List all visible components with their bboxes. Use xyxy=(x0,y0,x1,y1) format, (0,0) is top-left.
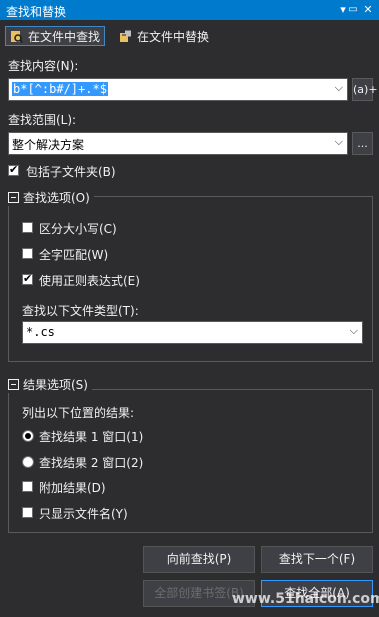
chevron-down-icon[interactable]: ⌵ xyxy=(335,81,343,95)
file-types-value: *.cs xyxy=(26,325,55,339)
replace-in-files-icon xyxy=(119,30,132,43)
chevron-down-icon[interactable]: ⌵ xyxy=(335,135,343,149)
find-results-2-radio[interactable] xyxy=(22,456,34,468)
collapse-icon[interactable] xyxy=(8,379,19,390)
files-only-label: 只显示文件名(Y) xyxy=(39,507,128,521)
files-only-checkbox[interactable] xyxy=(22,507,33,518)
include-subfolders-label: 包括子文件夹(B) xyxy=(26,165,116,179)
close-icon[interactable]: ✕ xyxy=(360,2,376,18)
result-options-header[interactable]: 结果选项(S) xyxy=(8,376,92,393)
tab-replace-label: 在文件中替换 xyxy=(137,29,210,44)
look-in-value: 整个解决方案 xyxy=(12,138,85,152)
use-regex-checkbox[interactable]: ✔ xyxy=(22,272,33,285)
tab-find-label: 在文件中查找 xyxy=(28,29,101,44)
collapse-icon[interactable] xyxy=(8,192,19,203)
find-what-value: b*[^:b#/]+.*$ xyxy=(12,82,108,96)
find-in-files-icon xyxy=(10,30,24,43)
find-options-title: 查找选项(O) xyxy=(23,191,90,205)
check-icon: ✔ xyxy=(9,163,19,176)
tab-find-in-files[interactable]: 在文件中查找 xyxy=(5,26,105,46)
find-next-button[interactable]: 查找下一个(F) xyxy=(261,546,373,573)
include-subfolders-checkbox[interactable]: ✔ xyxy=(8,163,19,176)
list-results-label: 列出以下位置的结果: xyxy=(22,406,135,420)
title-bar: 查找和替换 ▾ ▭ ✕ xyxy=(0,0,379,20)
find-results-1-radio[interactable] xyxy=(22,430,34,442)
append-results-label: 附加结果(D) xyxy=(39,481,106,495)
whole-word-label: 全字匹配(W) xyxy=(39,248,109,262)
file-types-label: 查找以下文件类型(T): xyxy=(22,304,139,318)
find-results-2-label: 查找结果 2 窗口(2) xyxy=(39,456,144,470)
match-case-label: 区分大小写(C) xyxy=(39,222,117,236)
find-what-combo[interactable]: b*[^:b#/]+.*$ ⌵ xyxy=(8,78,348,101)
file-types-combo[interactable]: *.cs ⌵ xyxy=(22,321,363,344)
browse-button[interactable]: ... xyxy=(352,132,373,155)
tab-replace-in-files[interactable]: 在文件中替换 xyxy=(115,26,219,46)
whole-word-checkbox[interactable] xyxy=(22,248,33,259)
watermark: www.51halcon.com xyxy=(232,591,379,607)
append-results-checkbox[interactable] xyxy=(22,481,33,492)
find-options-header[interactable]: 查找选项(O) xyxy=(8,189,94,206)
find-results-1-label: 查找结果 1 窗口(1) xyxy=(39,430,144,444)
use-regex-label: 使用正则表达式(E) xyxy=(39,274,140,288)
look-in-combo[interactable]: 整个解决方案 ⌵ xyxy=(8,132,348,155)
find-what-label: 查找内容(N): xyxy=(8,59,79,73)
look-in-label: 查找范围(L): xyxy=(8,113,77,127)
regex-builder-button[interactable]: (a)+ xyxy=(352,78,378,101)
window-title: 查找和替换 xyxy=(6,5,67,19)
restore-icon[interactable]: ▭ xyxy=(345,2,361,18)
result-options-title: 结果选项(S) xyxy=(23,378,88,392)
chevron-down-icon[interactable]: ⌵ xyxy=(350,324,358,338)
find-previous-button[interactable]: 向前查找(P) xyxy=(143,546,255,573)
check-icon: ✔ xyxy=(23,272,33,285)
match-case-checkbox[interactable] xyxy=(22,222,33,233)
